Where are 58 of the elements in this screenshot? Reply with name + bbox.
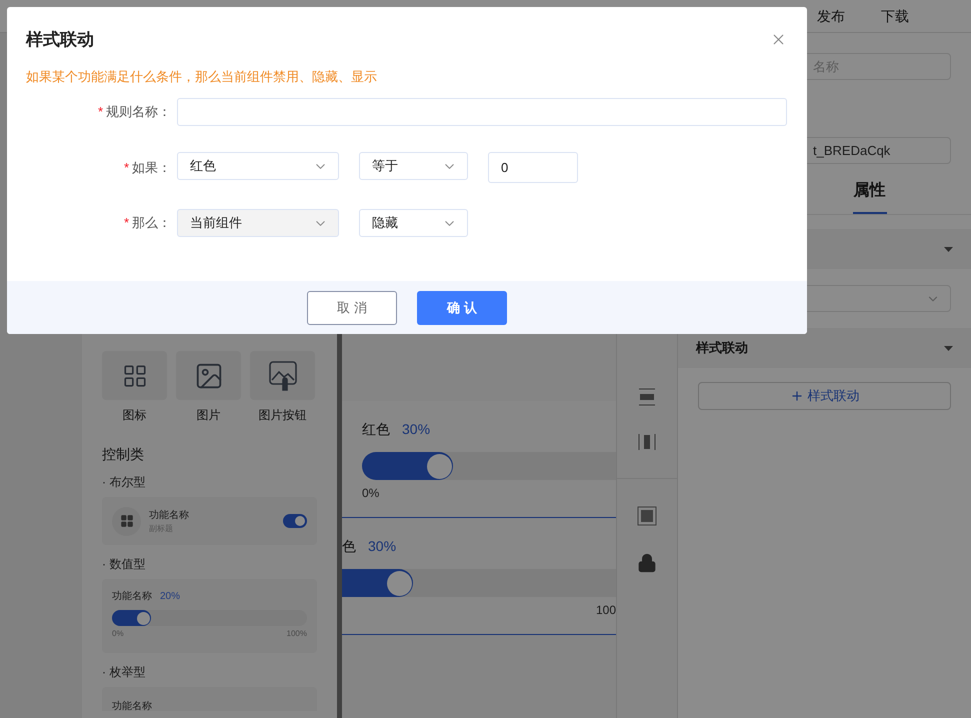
- slider-track[interactable]: [112, 610, 307, 626]
- tab[interactable]: 属性: [852, 179, 886, 214]
- card-title: 功能名称: [112, 701, 152, 712]
- max-label: 100: [596, 602, 616, 619]
- value-text: 30%: [402, 420, 430, 439]
- widget-label: 红色: [362, 420, 390, 439]
- caret-icon: [944, 246, 953, 252]
- tile-label: 图标: [122, 407, 146, 424]
- numeric-card[interactable]: 功能名称 20% 0% 100%: [102, 579, 317, 653]
- grid-icon: [112, 506, 141, 536]
- menu-item[interactable]: 发布: [817, 6, 845, 26]
- component-tile[interactable]: [176, 351, 241, 400]
- select-field[interactable]: 隐藏: [359, 209, 468, 237]
- plus-icon: [790, 389, 804, 403]
- input-field[interactable]: [177, 98, 787, 126]
- grid-icon: [122, 362, 148, 388]
- enum-card[interactable]: 功能名称: [102, 687, 317, 711]
- min-label: 0%: [362, 485, 380, 502]
- field-label: 那么：: [132, 214, 171, 232]
- frame-icon[interactable]: [637, 506, 657, 526]
- align-vertical-icon[interactable]: [638, 388, 656, 406]
- select-field[interactable]: 红色: [177, 152, 339, 180]
- align-horizontal-icon[interactable]: [638, 433, 656, 451]
- group-title: · 布尔型: [102, 474, 146, 491]
- group-title: · 数值型: [102, 556, 146, 573]
- required-mark: *: [98, 103, 103, 122]
- component-tile[interactable]: [102, 351, 167, 400]
- min-label: 0%: [112, 628, 124, 640]
- field-label: 如果：: [132, 158, 171, 177]
- menu-item[interactable]: 下载: [881, 6, 909, 26]
- slider-track[interactable]: [342, 569, 616, 597]
- lock-icon[interactable]: [637, 553, 657, 573]
- tile-label: 图片按钮: [258, 407, 306, 424]
- image-tap-icon: [268, 360, 298, 392]
- widget-label: 色: [342, 537, 356, 556]
- add-button[interactable]: 样式联动: [698, 382, 951, 410]
- max-label: 100%: [286, 628, 307, 640]
- slider-track[interactable]: [362, 452, 616, 480]
- group-title: · 枚举型: [102, 664, 146, 681]
- confirm-button[interactable]: 确 认: [417, 290, 507, 324]
- section-header[interactable]: 样式联动: [678, 328, 971, 368]
- select-field[interactable]: 等于: [359, 152, 468, 180]
- required-mark: *: [124, 158, 129, 177]
- cancel-button[interactable]: 取 消: [307, 290, 397, 324]
- caret-icon: [944, 346, 953, 350]
- field-label: 规则名称：: [106, 103, 171, 122]
- hint-text: 如果某个功能满足什么条件，那么当前组件禁用、隐藏、显示: [25, 68, 378, 86]
- required-mark: *: [124, 214, 129, 232]
- value-text: 30%: [368, 537, 396, 556]
- tile-label: 图片: [196, 407, 220, 424]
- section-title: 控制类: [102, 445, 145, 464]
- card-title: 功能名称: [149, 508, 190, 522]
- card-title: 功能名称: [112, 590, 152, 604]
- input-field[interactable]: 0: [488, 152, 578, 183]
- dialog-title: 样式联动: [26, 29, 94, 51]
- toggle-switch[interactable]: [283, 514, 307, 528]
- component-tile[interactable]: [250, 351, 315, 400]
- value-text: 20%: [160, 590, 180, 604]
